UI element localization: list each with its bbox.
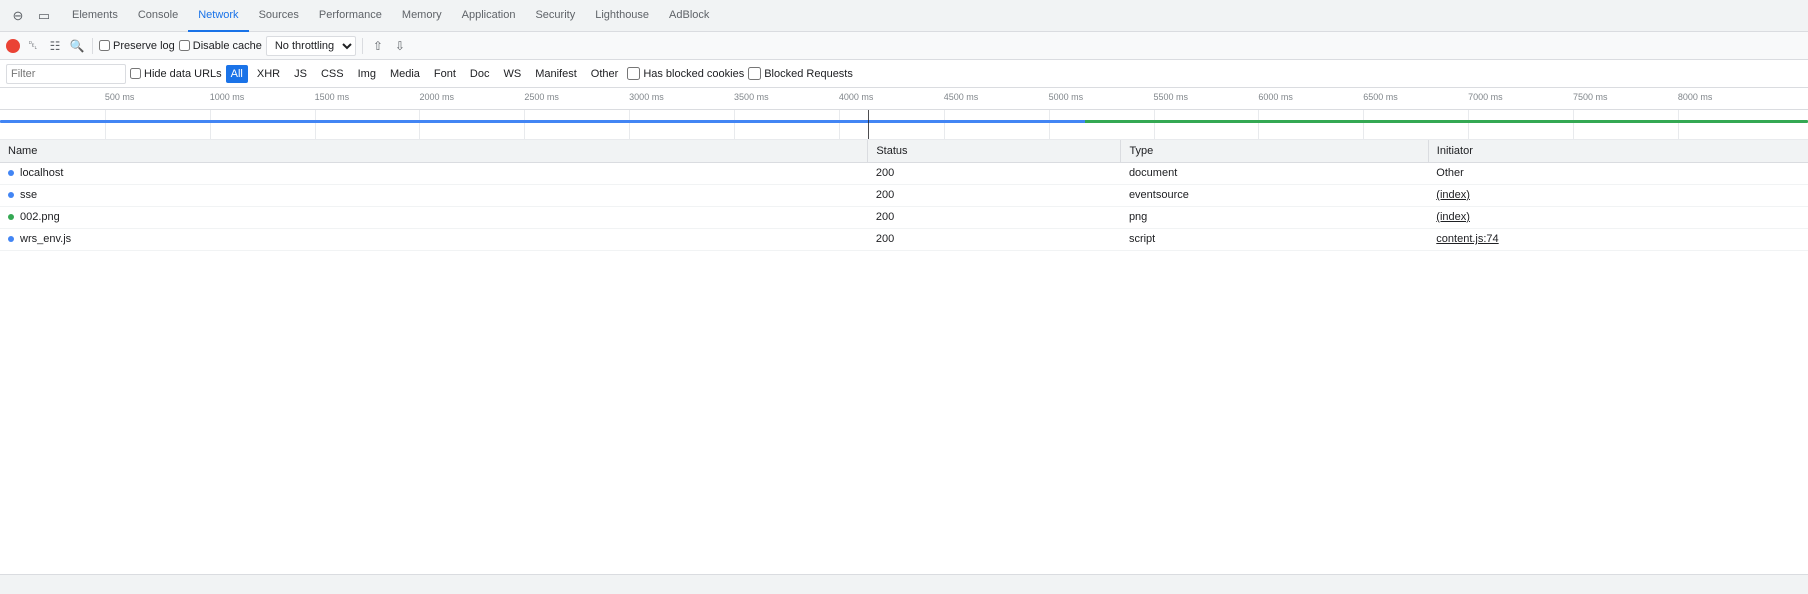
network-toolbar: ␡ ☷ 🔍 Preserve log Disable cache No thro… xyxy=(0,32,1808,60)
timeline-bar-area xyxy=(0,110,1808,140)
timeline-tick: 6500 ms xyxy=(1363,92,1398,102)
tab-adblock[interactable]: AdBlock xyxy=(659,0,719,32)
timeline-tick: 8000 ms xyxy=(1678,92,1713,102)
preserve-log-checkbox[interactable] xyxy=(99,40,110,51)
search-icon[interactable]: 🔍 xyxy=(68,37,86,55)
tab-lighthouse[interactable]: Lighthouse xyxy=(585,0,659,32)
cell-status: 200 xyxy=(868,228,1121,250)
filter-img[interactable]: Img xyxy=(353,65,381,83)
timeline-tick: 6000 ms xyxy=(1258,92,1293,102)
timeline-tick: 1000 ms xyxy=(210,92,245,102)
cell-name[interactable]: localhost xyxy=(0,162,868,184)
filter-font[interactable]: Font xyxy=(429,65,461,83)
filter-all[interactable]: All xyxy=(226,65,248,83)
import-icon[interactable]: ⇧ xyxy=(369,37,387,55)
table-row[interactable]: sse200eventsource(index) xyxy=(0,184,1808,206)
tab-console[interactable]: Console xyxy=(128,0,188,32)
disable-cache-label[interactable]: Disable cache xyxy=(179,40,262,52)
filter-input[interactable] xyxy=(6,64,126,84)
column-header-initiator[interactable]: Initiator xyxy=(1428,140,1808,162)
filter-css[interactable]: CSS xyxy=(316,65,349,83)
timeline-tick: 2500 ms xyxy=(524,92,559,102)
timeline-tick: 2000 ms xyxy=(419,92,454,102)
devtools-tab-bar: ⊖ ▭ Elements Console Network Sources Per… xyxy=(0,0,1808,32)
cell-name[interactable]: sse xyxy=(0,184,868,206)
filter-other[interactable]: Other xyxy=(586,65,624,83)
timeline-header: 500 ms 1000 ms 1500 ms 2000 ms 2500 ms 3000 m… xyxy=(0,88,1808,110)
cell-type: eventsource xyxy=(1121,184,1428,206)
filter-ws[interactable]: WS xyxy=(498,65,526,83)
timeline-tick: 1500 ms xyxy=(315,92,350,102)
timeline-tick: 3000 ms xyxy=(629,92,664,102)
timeline-tick: 5500 ms xyxy=(1154,92,1189,102)
cell-initiator: Other xyxy=(1428,162,1808,184)
timeline-cursor xyxy=(868,110,870,139)
has-blocked-cookies-label[interactable]: Has blocked cookies xyxy=(627,67,744,80)
clear-button[interactable]: ␡ xyxy=(24,37,42,55)
filter-bar: Hide data URLs All XHR JS CSS Img Media … xyxy=(0,60,1808,88)
hide-data-urls-checkbox[interactable] xyxy=(130,68,141,79)
filter-js[interactable]: JS xyxy=(289,65,312,83)
tab-memory[interactable]: Memory xyxy=(392,0,452,32)
filter-xhr[interactable]: XHR xyxy=(252,65,285,83)
cell-type: png xyxy=(1121,206,1428,228)
table-header-row: Name Status Type Initiator xyxy=(0,140,1808,162)
tab-application[interactable]: Application xyxy=(452,0,526,32)
status-bar xyxy=(0,574,1808,594)
export-icon[interactable]: ⇩ xyxy=(391,37,409,55)
timeline-tick: 500 ms xyxy=(105,92,135,102)
filter-doc[interactable]: Doc xyxy=(465,65,495,83)
has-blocked-cookies-checkbox[interactable] xyxy=(627,67,640,80)
tab-network[interactable]: Network xyxy=(188,0,248,32)
cell-status: 200 xyxy=(868,206,1121,228)
toolbar-divider2 xyxy=(362,38,363,54)
cell-name[interactable]: wrs_env.js xyxy=(0,228,868,250)
blocked-requests-label[interactable]: Blocked Requests xyxy=(748,67,853,80)
cell-status: 200 xyxy=(868,184,1121,206)
device-icon[interactable]: ▭ xyxy=(34,6,54,26)
tab-security[interactable]: Security xyxy=(525,0,585,32)
inspect-icon[interactable]: ⊖ xyxy=(8,6,28,26)
toolbar-divider xyxy=(92,38,93,54)
preserve-log-label[interactable]: Preserve log xyxy=(99,40,175,52)
filter-manifest[interactable]: Manifest xyxy=(530,65,582,83)
hide-data-urls-label[interactable]: Hide data URLs xyxy=(130,68,222,80)
cell-status: 200 xyxy=(868,162,1121,184)
table-row[interactable]: wrs_env.js200scriptcontent.js:74 xyxy=(0,228,1808,250)
disable-cache-checkbox[interactable] xyxy=(179,40,190,51)
network-table: Name Status Type Initiator localhost200d… xyxy=(0,140,1808,251)
table-row[interactable]: 002.png200png(index) xyxy=(0,206,1808,228)
column-header-type[interactable]: Type xyxy=(1121,140,1428,162)
filter-media[interactable]: Media xyxy=(385,65,425,83)
tab-elements[interactable]: Elements xyxy=(62,0,128,32)
cell-initiator[interactable]: (index) xyxy=(1428,184,1808,206)
table-row[interactable]: localhost200documentOther xyxy=(0,162,1808,184)
tab-sources[interactable]: Sources xyxy=(249,0,309,32)
cell-name[interactable]: 002.png xyxy=(0,206,868,228)
timeline-tick: 3500 ms xyxy=(734,92,769,102)
filter-icon[interactable]: ☷ xyxy=(46,37,64,55)
throttle-select[interactable]: No throttling xyxy=(266,36,356,56)
timeline-tick: 5000 ms xyxy=(1049,92,1084,102)
cell-initiator[interactable]: content.js:74 xyxy=(1428,228,1808,250)
timeline-tick: 7500 ms xyxy=(1573,92,1608,102)
timeline-tick: 4000 ms xyxy=(839,92,874,102)
cell-type: document xyxy=(1121,162,1428,184)
timeline-tick: 7000 ms xyxy=(1468,92,1503,102)
cell-type: script xyxy=(1121,228,1428,250)
tab-performance[interactable]: Performance xyxy=(309,0,392,32)
column-header-status[interactable]: Status xyxy=(868,140,1121,162)
blocked-requests-checkbox[interactable] xyxy=(748,67,761,80)
record-button[interactable] xyxy=(6,39,20,53)
timeline-tick: 4500 ms xyxy=(944,92,979,102)
column-header-name[interactable]: Name xyxy=(0,140,868,162)
main-content: 500 ms 1000 ms 1500 ms 2000 ms 2500 ms 3000 m… xyxy=(0,88,1808,554)
cell-initiator[interactable]: (index) xyxy=(1428,206,1808,228)
timeline-progress-bar xyxy=(0,120,1808,123)
